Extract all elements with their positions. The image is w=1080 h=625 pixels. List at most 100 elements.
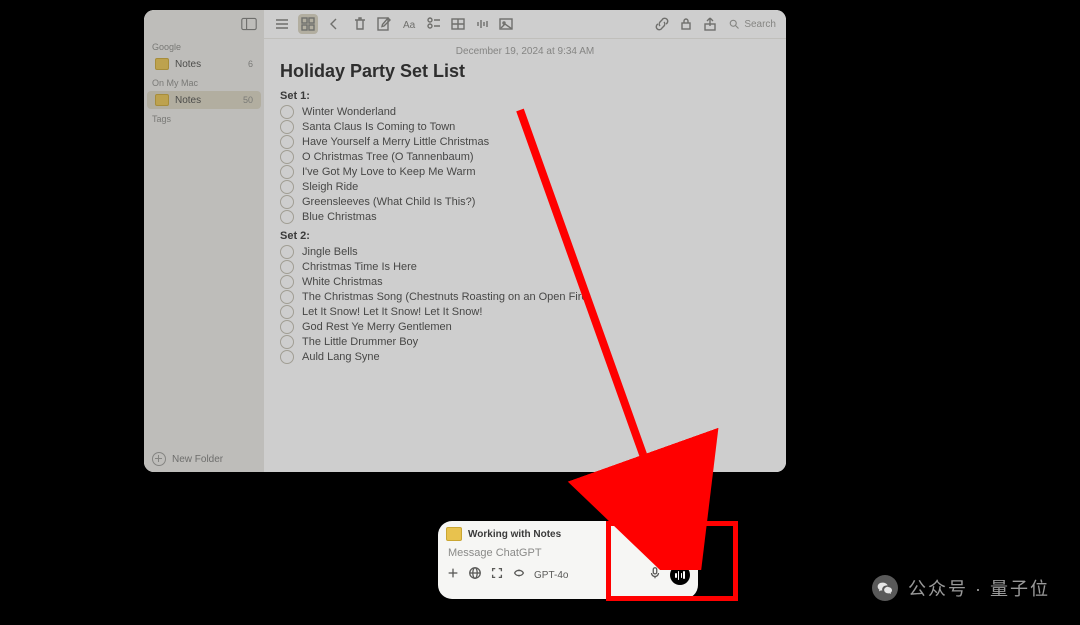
set1-list: Winter Wonderland Santa Claus Is Coming … <box>280 105 770 224</box>
checklist-text: Christmas Time Is Here <box>302 261 417 273</box>
set2-header: Set 2: <box>280 230 770 242</box>
unchecked-circle-icon[interactable] <box>280 245 294 259</box>
note-body[interactable]: December 19, 2024 at 9:34 AM Holiday Par… <box>264 38 786 472</box>
watermark: 公众号 · 量子位 <box>872 575 1050 601</box>
web-icon[interactable] <box>468 566 482 585</box>
checklist-text: Auld Lang Syne <box>302 351 380 363</box>
format-text-icon[interactable]: Aa <box>402 16 418 32</box>
search-field[interactable]: Search <box>728 18 776 30</box>
notes-main: Aa Search December 19, 20 <box>264 10 786 472</box>
trash-icon[interactable] <box>352 16 368 32</box>
checklist-text: Blue Christmas <box>302 211 377 223</box>
palette-context-label: Working with Notes <box>468 529 561 540</box>
unchecked-circle-icon[interactable] <box>280 165 294 179</box>
unchecked-circle-icon[interactable] <box>280 180 294 194</box>
set1-header: Set 1: <box>280 90 770 102</box>
unchecked-circle-icon[interactable] <box>280 195 294 209</box>
checklist-text: Sleigh Ride <box>302 181 358 193</box>
checklist-text: Jingle Bells <box>302 246 358 258</box>
sidebar-item-google-notes[interactable]: Notes 6 <box>147 55 261 73</box>
sidebar-section-onmymac: On My Mac <box>144 74 264 90</box>
gallery-view-icon[interactable] <box>298 14 318 34</box>
unchecked-circle-icon[interactable] <box>280 120 294 134</box>
sidebar-item-label: Notes <box>175 59 242 70</box>
unchecked-circle-icon[interactable] <box>280 150 294 164</box>
checklist-text: O Christmas Tree (O Tannenbaum) <box>302 151 474 163</box>
unchecked-circle-icon[interactable] <box>280 305 294 319</box>
compose-icon[interactable] <box>376 16 392 32</box>
checklist-item[interactable]: Christmas Time Is Here <box>280 260 770 274</box>
watermark-text: 公众号 · 量子位 <box>908 575 1050 601</box>
checklist-text: I've Got My Love to Keep Me Warm <box>302 166 475 178</box>
set2-list: Jingle Bells Christmas Time Is Here Whit… <box>280 245 770 364</box>
annotation-highlight-box <box>606 521 738 601</box>
share-icon[interactable] <box>702 16 718 32</box>
checklist-text: White Christmas <box>302 276 383 288</box>
checklist-text: Greensleeves (What Child Is This?) <box>302 196 475 208</box>
note-title: Holiday Party Set List <box>280 61 770 82</box>
checklist-item[interactable]: The Christmas Song (Chestnuts Roasting o… <box>280 290 770 304</box>
checklist-item[interactable]: Jingle Bells <box>280 245 770 259</box>
checklist-item[interactable]: White Christmas <box>280 275 770 289</box>
unchecked-circle-icon[interactable] <box>280 290 294 304</box>
checklist-item[interactable]: O Christmas Tree (O Tannenbaum) <box>280 150 770 164</box>
checklist-item[interactable]: Blue Christmas <box>280 210 770 224</box>
search-placeholder: Search <box>744 19 776 30</box>
wechat-icon <box>872 575 898 601</box>
sidebar-new-folder[interactable]: New Folder <box>144 446 264 472</box>
note-datestamp: December 19, 2024 at 9:34 AM <box>280 46 770 57</box>
back-icon[interactable] <box>326 16 342 32</box>
sidebar-toggle-icon[interactable] <box>241 17 257 34</box>
checklist-item[interactable]: Let It Snow! Let It Snow! Let It Snow! <box>280 305 770 319</box>
screenshot-icon[interactable] <box>490 566 504 585</box>
lock-icon[interactable] <box>678 16 694 32</box>
checklist-item[interactable]: Sleigh Ride <box>280 180 770 194</box>
checklist-item[interactable]: Winter Wonderland <box>280 105 770 119</box>
checklist-icon[interactable] <box>426 16 442 32</box>
list-view-icon[interactable] <box>274 16 290 32</box>
unchecked-circle-icon[interactable] <box>280 275 294 289</box>
new-folder-label: New Folder <box>172 454 223 465</box>
notes-app-window: Google Notes 6 On My Mac Notes 50 Tags N… <box>144 10 786 472</box>
notes-sidebar: Google Notes 6 On My Mac Notes 50 Tags N… <box>144 10 264 472</box>
unchecked-circle-icon[interactable] <box>280 335 294 349</box>
svg-text:Aa: Aa <box>403 20 416 31</box>
notes-toolbar: Aa Search <box>264 10 786 39</box>
sidebar-item-local-notes[interactable]: Notes 50 <box>147 91 261 109</box>
checklist-text: Have Yourself a Merry Little Christmas <box>302 136 489 148</box>
notes-app-icon <box>446 527 462 541</box>
audio-icon[interactable] <box>474 16 490 32</box>
checklist-text: The Christmas Song (Chestnuts Roasting o… <box>302 291 591 303</box>
unchecked-circle-icon[interactable] <box>280 260 294 274</box>
attach-icon[interactable] <box>446 566 460 585</box>
unchecked-circle-icon[interactable] <box>280 320 294 334</box>
checklist-item[interactable]: Greensleeves (What Child Is This?) <box>280 195 770 209</box>
sidebar-item-count: 6 <box>248 59 253 69</box>
checklist-text: God Rest Ye Merry Gentlemen <box>302 321 452 333</box>
checklist-item[interactable]: The Little Drummer Boy <box>280 335 770 349</box>
sidebar-section-google: Google <box>144 38 264 54</box>
checklist-text: Santa Claus Is Coming to Town <box>302 121 455 133</box>
media-icon[interactable] <box>498 16 514 32</box>
checklist-item[interactable]: Santa Claus Is Coming to Town <box>280 120 770 134</box>
checklist-item[interactable]: God Rest Ye Merry Gentlemen <box>280 320 770 334</box>
folder-icon <box>155 94 169 106</box>
checklist-text: Let It Snow! Let It Snow! Let It Snow! <box>302 306 482 318</box>
sidebar-item-count: 50 <box>243 95 253 105</box>
link-icon[interactable] <box>654 16 670 32</box>
table-icon[interactable] <box>450 16 466 32</box>
tools-icon[interactable] <box>512 566 526 585</box>
checklist-text: Winter Wonderland <box>302 106 396 118</box>
unchecked-circle-icon[interactable] <box>280 105 294 119</box>
checklist-item[interactable]: Auld Lang Syne <box>280 350 770 364</box>
plus-circle-icon <box>152 452 166 466</box>
unchecked-circle-icon[interactable] <box>280 210 294 224</box>
checklist-item[interactable]: Have Yourself a Merry Little Christmas <box>280 135 770 149</box>
unchecked-circle-icon[interactable] <box>280 350 294 364</box>
checklist-item[interactable]: I've Got My Love to Keep Me Warm <box>280 165 770 179</box>
unchecked-circle-icon[interactable] <box>280 135 294 149</box>
sidebar-item-label: Notes <box>175 95 237 106</box>
sidebar-section-tags: Tags <box>144 110 264 126</box>
folder-icon <box>155 58 169 70</box>
model-selector[interactable]: GPT-4o <box>534 570 568 581</box>
